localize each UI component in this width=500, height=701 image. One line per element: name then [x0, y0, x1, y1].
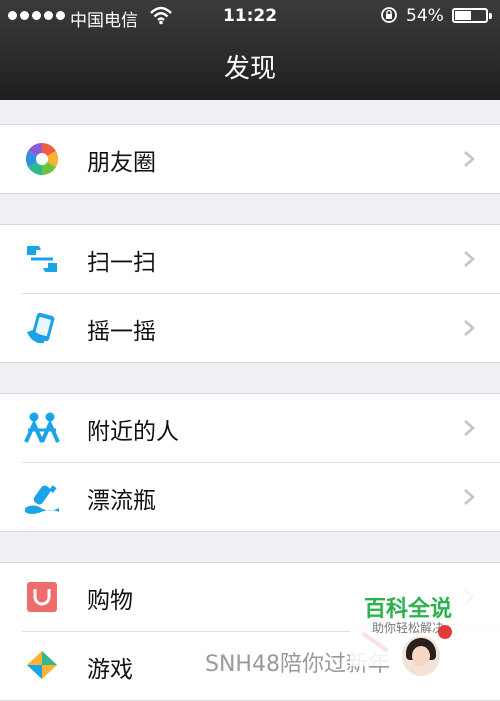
chevron-right-icon [464, 420, 475, 436]
chevron-right-icon [464, 320, 475, 336]
menu-item-shake[interactable]: 摇一摇 [0, 293, 500, 362]
games-icon [24, 648, 60, 684]
shake-icon [24, 310, 60, 346]
menu-item-moments[interactable]: 朋友圈 [0, 125, 500, 193]
menu-item-scan[interactable]: 扫一扫 [0, 225, 500, 293]
menu-item-drift-bottle[interactable]: 漂流瓶 [0, 462, 500, 531]
section-nearby-bottle: 附近的人 漂流瓶 [0, 393, 500, 532]
drift-bottle-icon [24, 479, 60, 515]
chevron-right-icon [464, 489, 475, 505]
menu-item-label: 扫一扫 [87, 250, 156, 276]
menu-item-label: 漂流瓶 [87, 488, 156, 514]
menu-item-label: 附近的人 [87, 419, 179, 445]
chevron-right-icon [464, 251, 475, 267]
menu-item-people-nearby[interactable]: 附近的人 [0, 394, 500, 462]
rotation-lock-icon [381, 7, 397, 23]
menu-item-label: 摇一摇 [87, 319, 156, 345]
page-title: 发现 [223, 54, 276, 84]
shopping-icon [24, 579, 60, 615]
chevron-right-icon [464, 151, 475, 167]
menu-item-label: 购物 [87, 588, 133, 614]
notification-dot [438, 625, 452, 639]
scan-icon [24, 241, 60, 277]
people-nearby-icon [24, 410, 60, 446]
top-bar: 中国电信 11:22 54% 发现 [0, 0, 500, 100]
section-scan-shake: 扫一扫 摇一摇 [0, 224, 500, 363]
moments-icon [24, 141, 60, 177]
status-bar: 中国电信 11:22 54% [0, 0, 500, 34]
battery-icon [452, 8, 492, 23]
menu-item-label: 朋友圈 [87, 150, 156, 176]
watermark-subtitle: 助你轻松解决 [372, 621, 445, 635]
menu-item-label: 游戏 [87, 657, 133, 683]
avatar[interactable] [402, 636, 440, 676]
section-moments: 朋友圈 [0, 124, 500, 194]
battery-percent: 54% [406, 6, 444, 26]
